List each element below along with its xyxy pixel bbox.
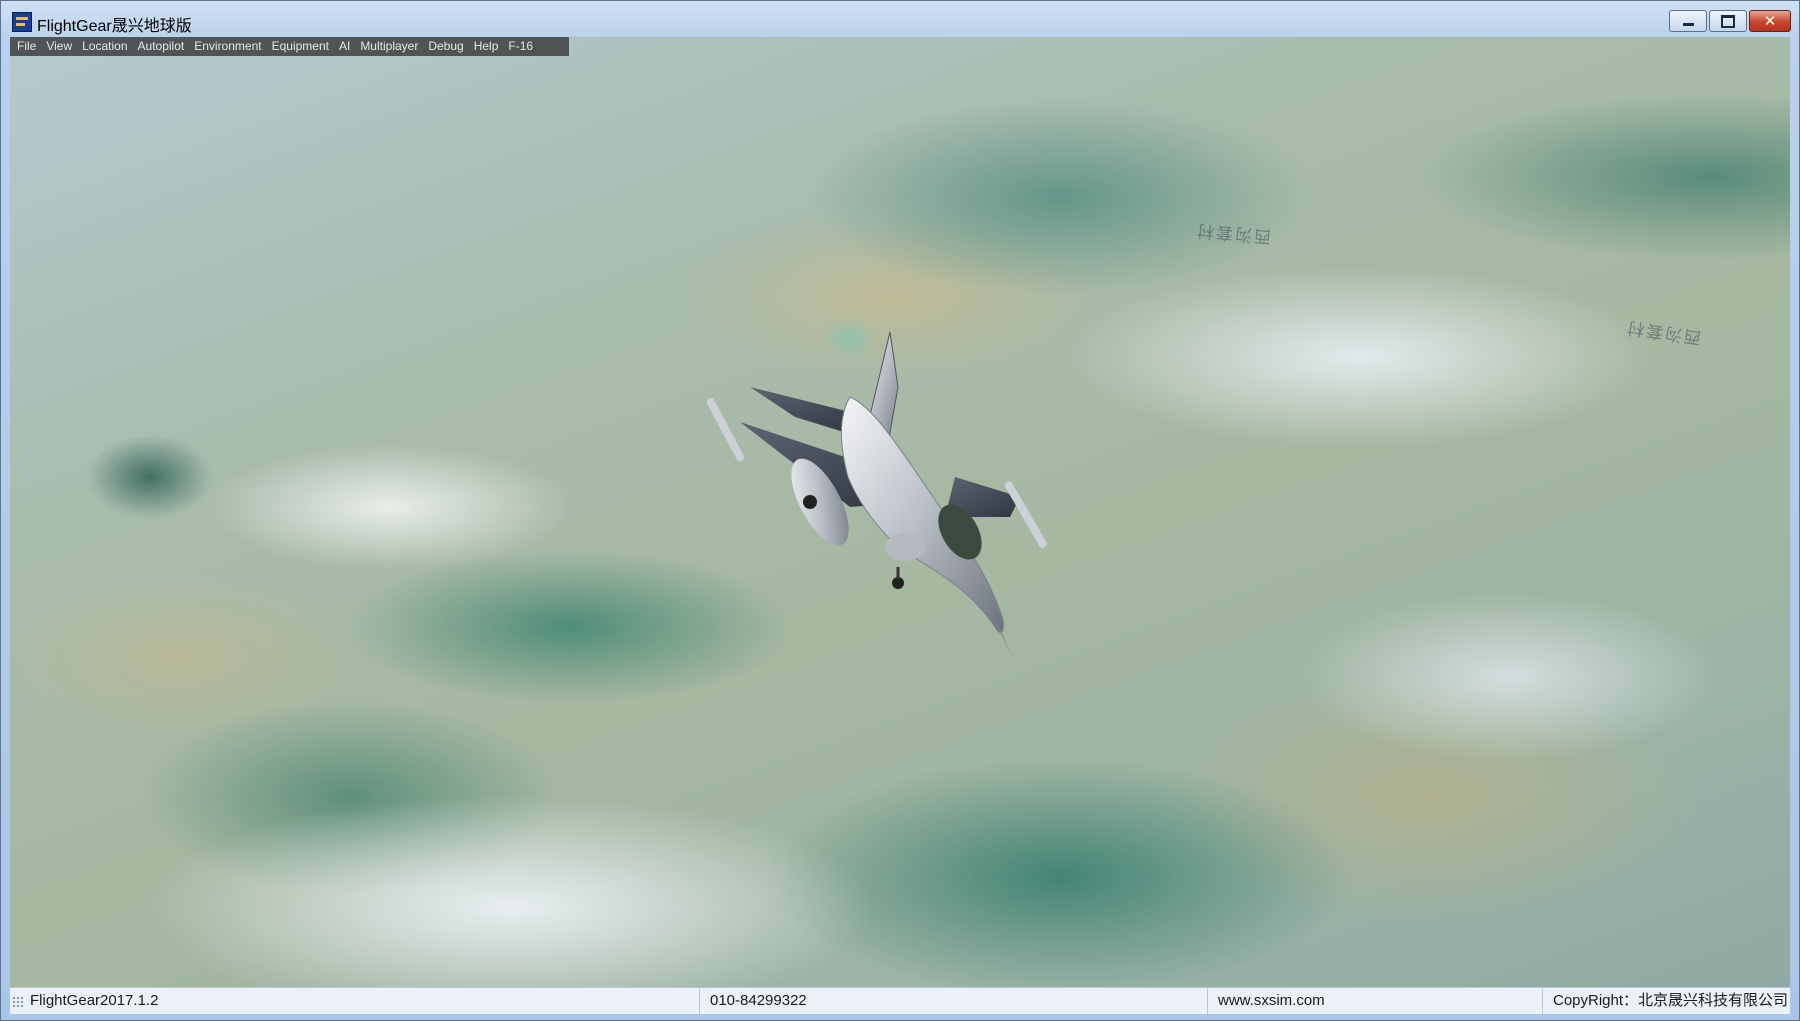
menu-multiplayer[interactable]: Multiplayer: [355, 37, 423, 56]
minimize-icon: [1682, 23, 1694, 26]
close-button[interactable]: ✕: [1749, 10, 1791, 32]
menu-debug[interactable]: Debug: [423, 37, 468, 56]
map-label-village: 西沟套村: [1624, 317, 1703, 348]
status-copyright: CopyRight：北京晟兴科技有限公司: [1542, 988, 1790, 1014]
menu-environment[interactable]: Environment: [189, 37, 266, 56]
menu-equipment[interactable]: Equipment: [267, 37, 334, 56]
menu-aircraft[interactable]: F-16: [503, 37, 538, 56]
menu-autopilot[interactable]: Autopilot: [133, 37, 190, 56]
minimize-button[interactable]: [1669, 10, 1707, 32]
maximize-icon: [1721, 14, 1735, 28]
app-window: FlightGear晟兴地球版 ✕ 西沟套村 西沟套村 File View Lo…: [0, 0, 1800, 1021]
status-bar: FlightGear2017.1.2 010-84299322 www.sxsi…: [10, 987, 1790, 1014]
sim-menu-bar: File View Location Autopilot Environment…: [10, 37, 569, 56]
title-bar[interactable]: FlightGear晟兴地球版 ✕: [1, 1, 1799, 41]
window-title: FlightGear晟兴地球版: [37, 18, 192, 35]
flightgear-app-icon[interactable]: [12, 12, 32, 32]
status-app-version: FlightGear2017.1.2: [30, 992, 159, 1009]
close-icon: ✕: [1763, 13, 1777, 30]
menu-location[interactable]: Location: [77, 37, 132, 56]
menu-help[interactable]: Help: [469, 37, 504, 56]
status-website: www.sxsim.com: [1207, 988, 1542, 1014]
menu-file[interactable]: File: [12, 37, 41, 56]
maximize-button[interactable]: [1709, 10, 1747, 32]
status-phone: 010-84299322: [699, 988, 1207, 1014]
f16-aircraft: [706, 331, 1047, 662]
menu-ai[interactable]: AI: [334, 37, 355, 56]
menu-view[interactable]: View: [41, 37, 77, 56]
map-label-village: 西沟套村: [1194, 220, 1272, 247]
flight-scene-viewport[interactable]: 西沟套村 西沟套村 File View Location Autopilot E…: [10, 37, 1790, 987]
